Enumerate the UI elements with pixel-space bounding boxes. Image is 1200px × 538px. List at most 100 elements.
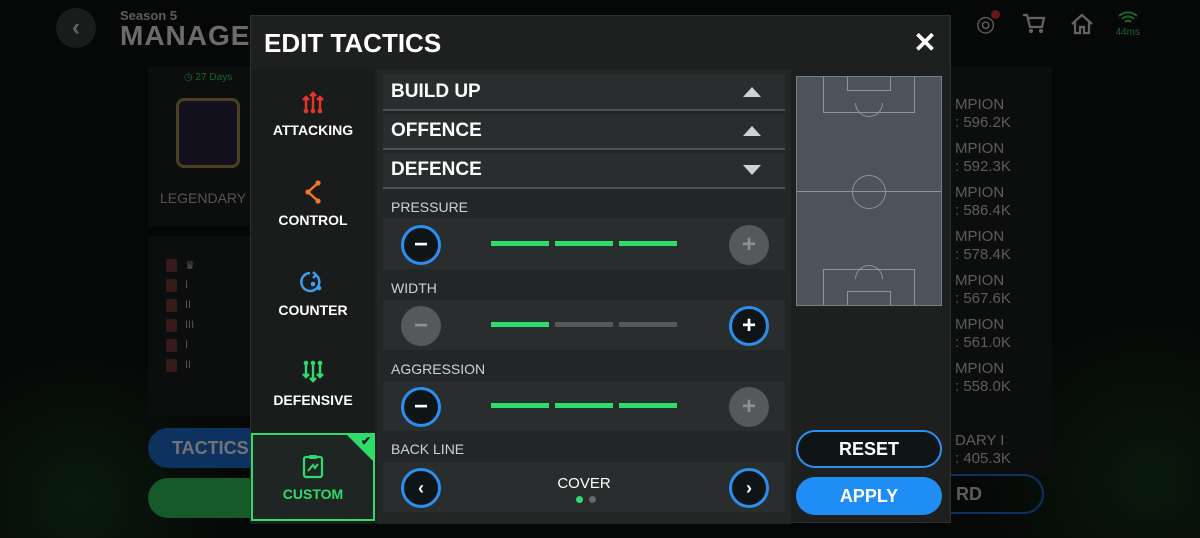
rank-label: I — [185, 279, 189, 291]
collapse-arrow-icon — [743, 126, 761, 136]
rank-row: I — [166, 278, 195, 292]
expand-arrow-icon — [743, 165, 761, 175]
ping-text: 44ms — [1115, 26, 1140, 38]
sidebar-item-attacking[interactable]: ATTACKING — [251, 69, 375, 157]
crown-icon: ♛ — [185, 259, 195, 272]
rank-list: ♛ I II III I II — [166, 258, 195, 372]
tier-item: DARY I: 405.3K — [955, 432, 1011, 467]
section-title: OFFENCE — [391, 120, 482, 141]
pressure-decrease-button[interactable]: − — [401, 225, 441, 265]
level-segment — [555, 403, 613, 408]
rank-label: II — [185, 299, 192, 311]
leaderboard-button[interactable]: RD — [940, 474, 1044, 514]
rank-panel — [148, 236, 258, 416]
width-decrease-button[interactable]: − — [401, 306, 441, 346]
top-bar-icons: ◎ 44ms — [972, 10, 1140, 38]
collapse-arrow-icon — [743, 87, 761, 97]
goal-box-top — [847, 77, 891, 91]
rank-label: II — [185, 359, 192, 371]
apply-button[interactable]: APPLY — [796, 477, 942, 515]
screen-title: MANAGE — [120, 20, 251, 51]
leaderboard-item: MPION: 567.6K — [955, 272, 1011, 307]
leaderboard-item: MPION: 592.3K — [955, 140, 1011, 175]
aggression-slider: − + — [383, 381, 785, 431]
tactics-content: BUILD UP OFFENCE DEFENCE PRESSURE − + WI… — [377, 69, 791, 524]
sidebar-item-label: CUSTOM — [282, 486, 344, 502]
chevron-right-icon: › — [746, 477, 752, 498]
sidebar-item-label: ATTACKING — [272, 122, 354, 138]
rank-row: II — [166, 298, 195, 312]
rank-icon — [166, 298, 177, 312]
sidebar-item-label: DEFENSIVE — [273, 392, 353, 408]
page-dot — [576, 496, 583, 503]
rank-row: III — [166, 318, 195, 332]
sidebar-item-defensive[interactable]: DEFENSIVE — [251, 339, 375, 427]
section-title: BUILD UP — [391, 81, 481, 102]
rank-icon — [166, 278, 177, 292]
rank-row: I — [166, 338, 195, 352]
rank-row: II — [166, 358, 195, 372]
rank-label: I — [185, 339, 189, 351]
rank-icon — [166, 338, 177, 352]
sidebar-item-counter[interactable]: COUNTER — [251, 249, 375, 337]
timer-text: 27 Days — [195, 72, 233, 83]
leaderboard-item: MPION: 578.4K — [955, 228, 1011, 263]
close-button[interactable]: ✕ — [911, 27, 939, 58]
attacking-icon — [299, 88, 327, 116]
reset-button[interactable]: RESET — [796, 430, 942, 468]
connection-status: 44ms — [1115, 10, 1140, 38]
sidebar-item-label: CONTROL — [278, 212, 348, 228]
section-build-up[interactable]: BUILD UP — [383, 75, 785, 111]
back-line-value: COVER — [557, 475, 611, 492]
section-defence[interactable]: DEFENCE — [383, 153, 785, 189]
pitch-diagram — [796, 76, 942, 306]
level-segment — [491, 322, 549, 327]
pressure-increase-button[interactable]: + — [729, 225, 769, 265]
page-indicator — [576, 496, 596, 503]
back-line-label: BACK LINE — [391, 441, 465, 457]
aggression-decrease-button[interactable]: − — [401, 387, 441, 427]
goal-box-bottom — [847, 291, 891, 305]
width-increase-button[interactable]: + — [729, 306, 769, 346]
level-segment — [555, 322, 613, 327]
check-icon: ✔ — [360, 434, 371, 448]
aggression-label: AGGRESSION — [391, 361, 486, 377]
leaderboard-item: MPION: 558.0K — [955, 360, 1011, 395]
rank-icon — [166, 318, 177, 332]
level-segment — [619, 403, 677, 408]
aggression-increase-button[interactable]: + — [729, 387, 769, 427]
leaderboard-item: MPION: 596.2K — [955, 96, 1011, 131]
section-offence[interactable]: OFFENCE — [383, 114, 785, 150]
leaderboard-item: MPION: 561.0K — [955, 316, 1011, 351]
home-icon[interactable] — [1068, 10, 1096, 38]
centre-circle — [852, 175, 886, 209]
cart-icon[interactable] — [1020, 10, 1048, 38]
sidebar-item-custom[interactable]: ✔ CUSTOM — [251, 433, 375, 521]
modal-title: EDIT TACTICS — [264, 28, 442, 58]
pressure-level-bars — [491, 241, 677, 246]
notification-dot — [990, 10, 1000, 19]
sidebar-item-control[interactable]: CONTROL — [251, 159, 375, 247]
defensive-icon — [299, 358, 327, 386]
rank-icon — [166, 258, 177, 272]
back-line-selector: ‹ COVER › — [383, 462, 785, 512]
sidebar-item-label: COUNTER — [278, 302, 348, 318]
tier-label: LEGENDARY — [160, 190, 247, 206]
season-timer: ◷ 27 Days — [184, 72, 233, 83]
level-segment — [555, 241, 613, 246]
back-button[interactable]: ‹ — [56, 8, 96, 48]
width-level-bars — [491, 322, 677, 327]
level-segment — [619, 322, 677, 327]
tactics-sidebar: ATTACKING CONTROL COUNTER DEFENSIVE ✔ CU… — [251, 69, 375, 524]
section-title: DEFENCE — [391, 159, 482, 180]
penalty-arc-top — [855, 103, 883, 117]
rank-label: III — [185, 319, 195, 331]
back-line-next-button[interactable]: › — [729, 468, 769, 508]
target-icon[interactable]: ◎ — [972, 10, 1000, 38]
pressure-slider: − + — [383, 219, 785, 269]
width-slider: − + — [383, 300, 785, 350]
level-segment — [491, 403, 549, 408]
aggression-level-bars — [491, 403, 677, 408]
level-segment — [619, 241, 677, 246]
edit-tactics-modal: EDIT TACTICS ✕ ATTACKING CONTROL COUNTER — [250, 15, 951, 524]
